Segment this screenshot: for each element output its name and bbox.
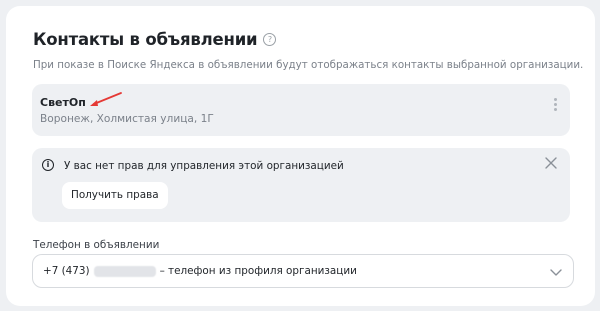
get-rights-button[interactable]: Получить права bbox=[62, 182, 168, 209]
section-title: Контакты в объявлении bbox=[33, 30, 258, 49]
title-row: Контакты в объявлении ? bbox=[33, 30, 277, 49]
info-icon: i bbox=[42, 159, 54, 171]
phone-select[interactable]: +7 (473) – телефон из профиля организаци… bbox=[32, 254, 574, 288]
phone-prefix: +7 (473) bbox=[43, 265, 90, 277]
chevron-down-icon[interactable] bbox=[549, 266, 563, 278]
organization-name: СветОп bbox=[40, 96, 86, 109]
phone-value: +7 (473) – телефон из профиля организаци… bbox=[43, 265, 357, 277]
close-icon[interactable] bbox=[544, 156, 558, 170]
section-subtitle: При показе в Поиске Яндекса в объявлении… bbox=[33, 59, 584, 71]
organization-address: Воронеж, Холмистая улица, 1Г bbox=[40, 113, 214, 125]
contacts-card: Контакты в объявлении ? При показе в Пои… bbox=[6, 6, 595, 306]
annotation-arrow-icon bbox=[90, 92, 122, 106]
more-options-icon[interactable] bbox=[550, 96, 560, 116]
phone-label: Телефон в объявлении bbox=[33, 239, 160, 251]
alert-text: У вас нет прав для управления этой орган… bbox=[64, 160, 344, 172]
phone-suffix: – телефон из профиля организации bbox=[159, 265, 357, 277]
redacted-number bbox=[93, 265, 156, 277]
help-icon[interactable]: ? bbox=[263, 33, 277, 46]
permission-alert: i У вас нет прав для управления этой орг… bbox=[32, 148, 570, 222]
